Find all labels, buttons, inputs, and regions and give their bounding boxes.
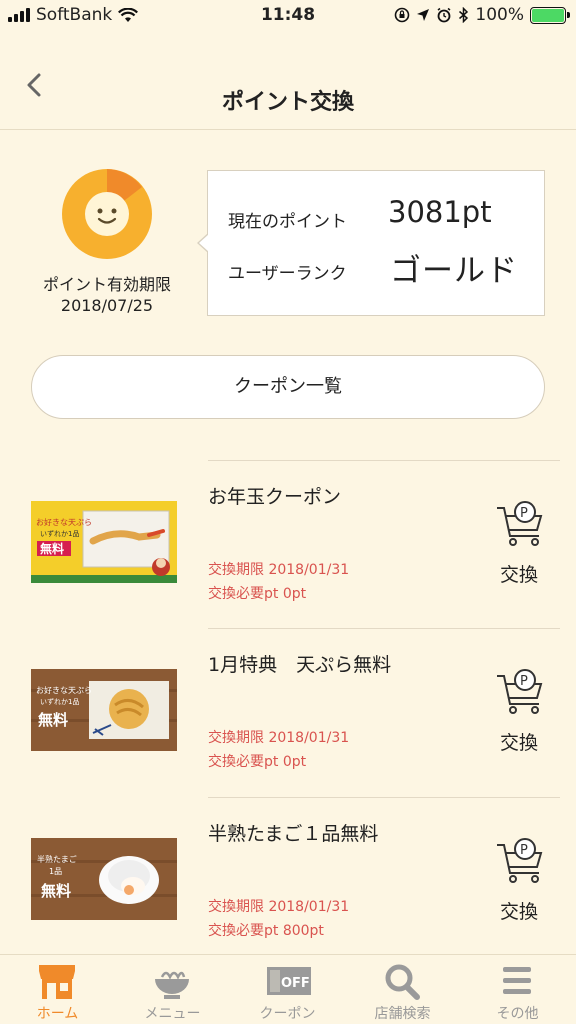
- expiry-date: 2018/07/25: [60, 296, 154, 315]
- page-title: ポイント交換: [221, 90, 354, 115]
- coupon-expiry: 交換期限 2018/01/31: [208, 730, 350, 746]
- coupon-thumbnail: 半熟たまご 1品 無料: [31, 838, 177, 920]
- exchange-label: 交換: [499, 564, 538, 586]
- rank-avatar-icon: [62, 169, 152, 259]
- thumb-text: お好きな天ぷら: [36, 517, 92, 527]
- exchange-label: 交換: [499, 732, 538, 754]
- coupon-required-points: 交換必要pt 0pt: [208, 754, 307, 770]
- coupon-thumbnail: お好きな天ぷら いずれか1品 無料: [31, 501, 177, 583]
- tab-label: メニュー: [144, 1006, 201, 1022]
- divider: [208, 628, 560, 629]
- coupon-required-points: 交換必要pt 800pt: [208, 923, 324, 939]
- exchange-label: 交換: [499, 901, 538, 923]
- coupon-title: お年玉クーポン: [208, 486, 342, 508]
- coupon-required-points: 交換必要pt 0pt: [208, 586, 307, 602]
- current-points-value: 3081pt: [388, 195, 492, 229]
- expiry-label: ポイント有効期限: [42, 275, 171, 294]
- coupon-item: お好きな天ぷら いずれか1品 無料 お年玉クーポン 交換期限 2018/01/3…: [0, 460, 576, 628]
- coupon-title: 1月特典 天ぷら無料: [208, 654, 392, 676]
- navigation-header: ポイント交換: [0, 32, 576, 130]
- points-summary-box: 現在のポイント 3081pt ユーザーランク ゴールド: [197, 170, 545, 316]
- thumb-text: 無料: [40, 541, 64, 556]
- coupon-icon: OFF: [267, 967, 311, 995]
- thumb-text: いずれか1品: [40, 529, 79, 538]
- tab-menu[interactable]: メニュー: [115, 955, 230, 1024]
- cart-points-icon: P: [497, 838, 543, 883]
- svg-text:P: P: [520, 674, 528, 689]
- coupon-title: 半熟たまご１品無料: [208, 823, 379, 845]
- exchange-button[interactable]: P 交換: [490, 500, 548, 600]
- tab-label: 店舗検索: [374, 1006, 431, 1022]
- tab-label: ホーム: [36, 1006, 79, 1022]
- status-bar: SoftBank 11:48 100%: [0, 0, 576, 32]
- rotation-lock-icon: [395, 7, 410, 23]
- thumb-text: いずれか1品: [40, 697, 79, 706]
- menu-icon: [503, 967, 531, 994]
- coupon-expiry: 交換期限 2018/01/31: [208, 562, 350, 578]
- search-icon: [385, 964, 420, 1000]
- shop-icon: [39, 965, 75, 999]
- point-expiry: ポイント有効期限 2018/07/25: [18, 274, 196, 316]
- tab-other[interactable]: その他: [460, 955, 575, 1024]
- thumb-text: 半熟たまご: [37, 854, 77, 864]
- thumb-text: 1品: [49, 867, 62, 876]
- cart-points-icon: P: [497, 501, 543, 546]
- tab-store-search[interactable]: 店舗検索: [345, 955, 460, 1024]
- current-points-label: 現在のポイント: [228, 212, 347, 232]
- coupon-item: 半熟たまご 1品 無料 半熟たまご１品無料 交換期限 2018/01/31 交換…: [0, 797, 576, 965]
- divider: [208, 797, 560, 798]
- cart-points-icon: P: [497, 669, 543, 714]
- tab-label: クーポン: [259, 1006, 316, 1022]
- tab-coupon[interactable]: OFF クーポン: [230, 955, 345, 1024]
- exchange-button[interactable]: P 交換: [490, 668, 548, 768]
- exchange-button[interactable]: P 交換: [490, 837, 548, 937]
- tab-bar: ホーム メニュー OFF クーポン 店舗検索 その他: [0, 954, 576, 1024]
- coupon-expiry: 交換期限 2018/01/31: [208, 899, 350, 915]
- coupon-item: お好きな天ぷら いずれか1品 無料 1月特典 天ぷら無料 交換期限 2018/0…: [0, 628, 576, 796]
- battery-percent: 100%: [475, 5, 524, 25]
- battery-icon: [530, 6, 570, 24]
- coupon-thumbnail: お好きな天ぷら いずれか1品 無料: [31, 669, 177, 751]
- bluetooth-icon: [459, 7, 469, 23]
- user-rank-label: ユーザーランク: [228, 264, 347, 284]
- tab-home[interactable]: ホーム: [0, 955, 115, 1024]
- alarm-icon: [437, 7, 451, 23]
- bowl-icon: [155, 971, 189, 999]
- thumb-text: お好きな天ぷら: [36, 685, 92, 695]
- svg-text:P: P: [520, 843, 528, 858]
- divider: [208, 460, 560, 461]
- location-icon: [417, 9, 430, 21]
- coupon-list-button[interactable]: クーポン一覧: [31, 355, 545, 419]
- svg-text:P: P: [520, 506, 528, 521]
- thumb-text: 無料: [38, 711, 68, 729]
- thumb-text: 無料: [41, 882, 71, 900]
- tab-label: その他: [496, 1006, 539, 1022]
- coupon-badge: OFF: [281, 976, 310, 991]
- user-rank-value: ゴールド: [390, 253, 518, 289]
